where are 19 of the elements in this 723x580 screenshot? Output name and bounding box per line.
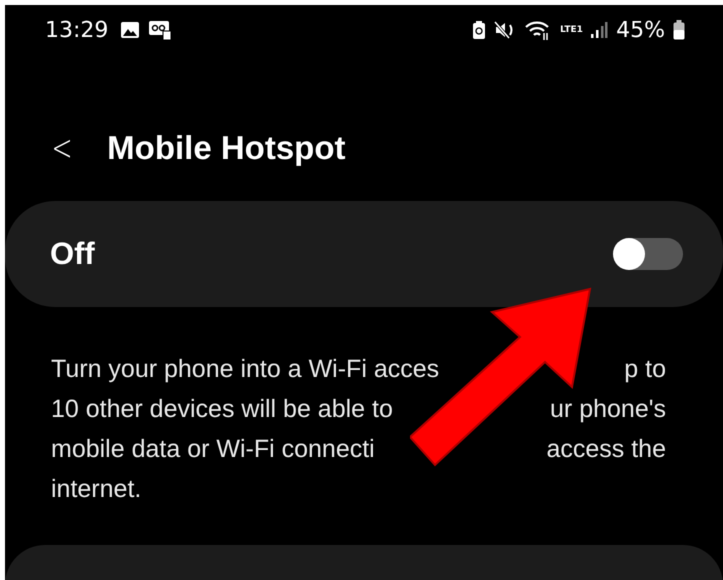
signal-icon [590,21,608,39]
hotspot-toggle[interactable] [613,238,683,270]
hotspot-switch-card[interactable]: Off [5,201,723,307]
description-text: mobile data or Wi-Fi connecti [51,434,375,464]
image-icon [120,21,140,39]
description-text: ur phone's [550,394,666,424]
description-text: internet. [51,474,142,504]
description-text: 10 other devices will be able to [51,394,393,424]
back-button[interactable]: < [52,128,73,168]
page-title: Mobile Hotspot [107,129,346,167]
status-time: 13:29 [45,18,108,42]
description-text: Turn your phone into a Wi-Fi acces [51,354,440,384]
description-text: p to [624,354,666,384]
battery-percent: 45% [616,18,665,42]
battery-icon [673,20,685,40]
network-type-label: LTE1 [560,26,582,34]
description-text: access the [546,434,666,464]
voicemail-icon [148,20,172,40]
switch-label: Off [50,236,95,272]
